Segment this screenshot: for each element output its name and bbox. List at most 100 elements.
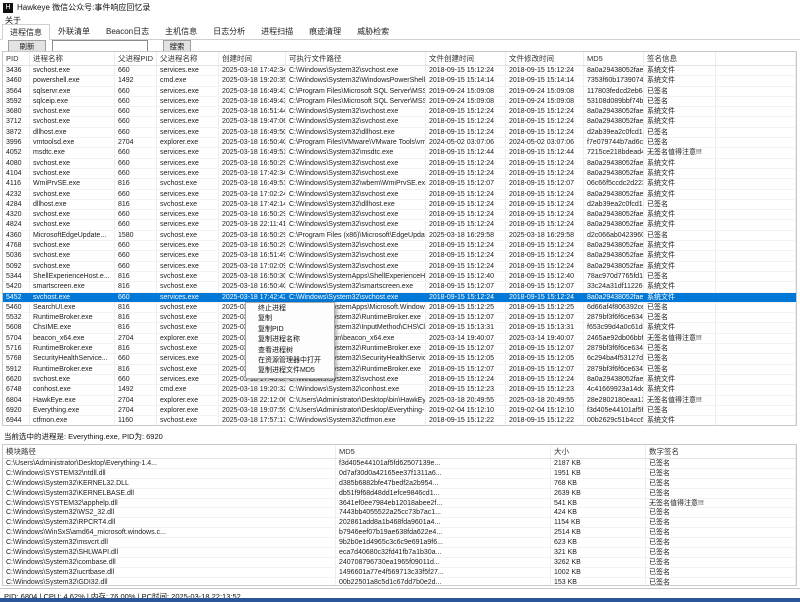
table-row[interactable]: 3680 svchost.exe 660 services.exe 2025-0… — [3, 107, 796, 117]
table-row[interactable]: 3460 powershell.exe 1492 cmd.exe 2025-03… — [3, 76, 796, 86]
cell-process-name: RuntimeBroker.exe — [30, 344, 115, 353]
cell-signature: 已签名 — [644, 313, 716, 322]
cell-file-modify-time: 2025-03-14 19:40:07 — [506, 334, 584, 343]
tab[interactable]: 痕迹清理 — [301, 23, 349, 39]
table-row[interactable]: 4320 svchost.exe 660 services.exe 2025-0… — [3, 210, 796, 220]
table-row[interactable]: 3564 sqlservr.exe 660 services.exe 2025-… — [3, 87, 796, 97]
process-table: PID 进程名称 父进程PID 父进程名称 创建时间 可执行文件路径 文件创建时… — [2, 51, 797, 426]
module-row[interactable]: C:\Windows\System32\KERNELBASE.dll db51f… — [3, 489, 796, 499]
cell-md5: 00b2629c51b4cc637d6... — [584, 416, 644, 425]
cell-pid: 5768 — [3, 354, 30, 363]
table-row[interactable]: 6804 HawkEye.exe 2704 explorer.exe 2025-… — [3, 396, 796, 406]
col-pid[interactable]: PID — [3, 52, 30, 65]
col-process-name[interactable]: 进程名称 — [30, 52, 115, 65]
col-exe-path[interactable]: 可执行文件路径 — [286, 52, 426, 65]
tab[interactable]: Beacon日志 — [98, 23, 157, 39]
table-row[interactable]: 5460 SearchUI.exe 816 svchost.exe 2025-0… — [3, 303, 796, 313]
cell-md5: 33c24a31df112266ee... — [584, 282, 644, 291]
context-menu-item[interactable]: 查看进程树 — [246, 346, 334, 356]
table-row[interactable]: 5716 RuntimeBroker.exe 816 svchost.exe 2… — [3, 344, 796, 354]
cell-file-create-time: 2019-09-24 15:09:08 — [426, 87, 506, 96]
module-row[interactable]: C:\Windows\System32\SHLWAPI.dll eca7d406… — [3, 548, 796, 558]
table-row[interactable]: 6748 conhost.exe 1492 cmd.exe 2025-03-18… — [3, 385, 796, 395]
context-menu-item[interactable]: 复制 — [246, 314, 334, 324]
cell-signature: 系统文件 — [644, 159, 716, 168]
tab[interactable]: 外联清单 — [50, 23, 98, 39]
module-row[interactable]: C:\Windows\System32\msvcrt.dll 9b2b0e1d4… — [3, 538, 796, 548]
cell-module-size: 768 KB — [551, 479, 646, 488]
table-row[interactable]: 4284 dllhost.exe 816 svchost.exe 2025-03… — [3, 200, 796, 210]
cell-module-path: C:\Windows\System32\combase.dll — [3, 558, 336, 567]
col-file-create-time[interactable]: 文件创建时间 — [426, 52, 506, 65]
col-md5[interactable]: MD5 — [584, 52, 644, 65]
module-row[interactable]: C:\Windows\System32\combase.dll 24070879… — [3, 558, 796, 568]
cell-file-create-time: 2018-09-15 15:12:22 — [426, 416, 506, 425]
table-row[interactable]: 5768 SecurityHealthService... 660 servic… — [3, 354, 796, 364]
table-row[interactable]: 3436 svchost.exe 660 services.exe 2025-0… — [3, 66, 796, 76]
cell-process-name: sqlceip.exe — [30, 97, 115, 106]
context-menu-item[interactable]: 终止进程 — [246, 304, 334, 314]
table-row[interactable]: 4052 msdtc.exe 660 services.exe 2025-03-… — [3, 148, 796, 158]
col-module-signature[interactable]: 数字签名 — [646, 445, 796, 458]
module-row[interactable]: C:\Windows\SYSTEM32\ntdll.dll 0d7af30d0a… — [3, 469, 796, 479]
table-row[interactable]: 5036 svchost.exe 660 services.exe 2025-0… — [3, 251, 796, 261]
table-row[interactable]: 4232 svchost.exe 660 services.exe 2025-0… — [3, 190, 796, 200]
col-file-modify-time[interactable]: 文件修改时间 — [506, 52, 584, 65]
tab[interactable]: 日志分析 — [205, 23, 253, 39]
table-row[interactable]: 4104 svchost.exe 660 services.exe 2025-0… — [3, 169, 796, 179]
table-row[interactable]: 6944 ctfmon.exe 1160 svchost.exe 2025-03… — [3, 416, 796, 426]
tab[interactable]: 主机信息 — [157, 23, 205, 39]
cell-parent-pid: 816 — [115, 344, 157, 353]
table-row[interactable]: 6920 Everything.exe 2704 explorer.exe 20… — [3, 406, 796, 416]
cell-parent-name: svchost.exe — [157, 344, 219, 353]
module-row[interactable]: C:\Windows\SYSTEM32\apphelp.dll 3641ef0e… — [3, 499, 796, 509]
context-menu-item[interactable]: 复制PID — [246, 325, 334, 335]
table-row[interactable]: 3592 sqlceip.exe 660 services.exe 2025-0… — [3, 97, 796, 107]
col-module-path[interactable]: 模块路径 — [3, 445, 336, 458]
table-row[interactable]: 4360 MicrosoftEdgeUpdate... 1580 svchost… — [3, 231, 796, 241]
cell-pid: 5420 — [3, 282, 30, 291]
table-row[interactable]: 4768 svchost.exe 660 services.exe 2025-0… — [3, 241, 796, 251]
table-row[interactable]: 5608 ChsIME.exe 816 svchost.exe 2025-03-… — [3, 323, 796, 333]
col-module-size[interactable]: 大小 — [551, 445, 646, 458]
table-row[interactable]: 6620 svchost.exe 660 services.exe 2025-0… — [3, 375, 796, 385]
module-row[interactable]: C:\Users\Administrator\Desktop\Everythin… — [3, 459, 796, 469]
tab[interactable]: 威胁检索 — [349, 23, 397, 39]
module-row[interactable]: C:\Windows\WinSxS\amd64_microsoft.window… — [3, 528, 796, 538]
tab[interactable]: 进程扫描 — [253, 23, 301, 39]
cell-file-modify-time: 2018-09-15 15:12:24 — [506, 66, 584, 75]
cell-pid: 4824 — [3, 220, 30, 229]
module-row[interactable]: C:\Windows\System32\RPCRT4.dll 202861add… — [3, 518, 796, 528]
context-menu-item[interactable]: 在资源管理器中打开 — [246, 356, 334, 366]
table-row[interactable]: 5452 svchost.exe 660 services.exe 2025-0… — [3, 293, 796, 303]
table-row[interactable]: 3712 svchost.exe 660 services.exe 2025-0… — [3, 117, 796, 127]
cell-signature: 已签名 — [644, 272, 716, 281]
table-row[interactable]: 3872 dllhost.exe 660 services.exe 2025-0… — [3, 128, 796, 138]
col-module-md5[interactable]: MD5 — [336, 445, 551, 458]
col-parent-pid[interactable]: 父进程PID — [115, 52, 157, 65]
tab[interactable]: 进程信息 — [2, 24, 50, 40]
module-row[interactable]: C:\Windows\System32\KERNEL32.DLL d385b68… — [3, 479, 796, 489]
table-row[interactable]: 4080 svchost.exe 660 services.exe 2025-0… — [3, 159, 796, 169]
table-row[interactable]: 5532 RuntimeBroker.exe 816 svchost.exe 2… — [3, 313, 796, 323]
context-menu-item[interactable]: 复制进程名称 — [246, 335, 334, 345]
cell-md5: 8a0a29438052faed8a... — [584, 251, 644, 260]
col-create-time[interactable]: 创建时间 — [219, 52, 286, 65]
table-row[interactable]: 5092 svchost.exe 660 services.exe 2025-0… — [3, 262, 796, 272]
col-parent-name[interactable]: 父进程名称 — [157, 52, 219, 65]
table-row[interactable]: 5344 ShellExperienceHost.e... 816 svchos… — [3, 272, 796, 282]
cell-pid: 5036 — [3, 251, 30, 260]
col-signature[interactable]: 签名信息 — [644, 52, 716, 65]
table-row[interactable]: 4824 svchost.exe 660 services.exe 2025-0… — [3, 220, 796, 230]
cell-parent-pid: 2704 — [115, 334, 157, 343]
cell-module-md5: 1496601a77e4f569713c33f5f27... — [336, 568, 551, 577]
module-row[interactable]: C:\Windows\System32\ucrtbase.dll 1496601… — [3, 568, 796, 578]
module-row[interactable]: C:\Windows\System32\GDI32.dll 00b22501a8… — [3, 578, 796, 586]
table-row[interactable]: 3996 vmtoolsd.exe 2704 explorer.exe 2025… — [3, 138, 796, 148]
table-row[interactable]: 5912 RuntimeBroker.exe 816 svchost.exe 2… — [3, 365, 796, 375]
table-row[interactable]: 4116 WmiPrvSE.exe 816 svchost.exe 2025-0… — [3, 179, 796, 189]
table-row[interactable]: 5704 beacon_x64.exe 2704 explorer.exe 20… — [3, 334, 796, 344]
table-row[interactable]: 5420 smartscreen.exe 816 svchost.exe 202… — [3, 282, 796, 292]
context-menu-item[interactable]: 复制进程文件MD5 — [246, 366, 334, 376]
module-row[interactable]: C:\Windows\System32\WS2_32.dll 7443bb405… — [3, 508, 796, 518]
